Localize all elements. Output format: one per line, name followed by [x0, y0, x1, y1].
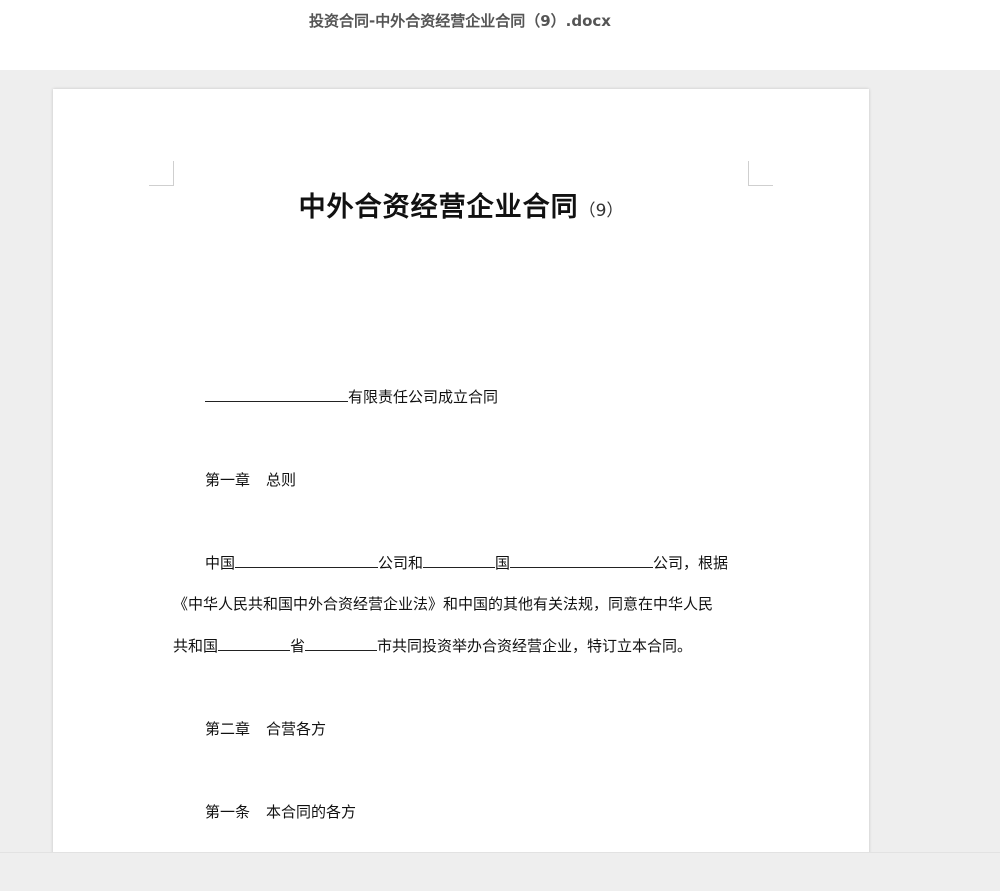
- chapter-1-title: 总则: [266, 471, 297, 489]
- article-1-title: 本合同的各方: [266, 803, 357, 821]
- company-name-line: 有限责任公司成立合同: [205, 387, 498, 407]
- para1-country: 中国: [205, 554, 236, 572]
- para1-company-and: 公司和: [378, 554, 424, 572]
- para1-company-basis: 公司，根据: [653, 554, 729, 572]
- article-1-label: 第一条: [205, 803, 251, 821]
- document-title: 中外合资经营企业合同（9）: [53, 185, 869, 224]
- chapter-2-label: 第二章: [205, 720, 251, 738]
- company-name-line-text: 有限责任公司成立合同: [348, 388, 499, 406]
- document-title-suffix: （9）: [578, 201, 624, 221]
- foreign-country-blank: [423, 553, 496, 568]
- chinese-company-blank: [235, 553, 379, 568]
- foreign-company-blank: [510, 553, 654, 568]
- province-blank: [218, 636, 291, 651]
- article-heading-1: 第一条 本合同的各方: [205, 802, 356, 822]
- document-page: 中外合资经营企业合同（9） 有限责任公司成立合同 第一章 总则 中国 公司和 国 公司，…: [53, 89, 869, 852]
- city-blank: [305, 636, 378, 651]
- title-bar: 投资合同-中外合资经营企业合同（9）.docx: [0, 0, 1000, 70]
- paragraph-1-line-1: 中国 公司和 国 公司，根据: [205, 553, 728, 573]
- margin-corner-top-left: [149, 161, 174, 186]
- para1-line3-province: 省: [290, 637, 306, 655]
- para1-line3-end: 市共同投资举办合资经营企业，特订立本合同。: [377, 637, 693, 655]
- company-name-blank: [205, 387, 348, 402]
- para1-line3-start: 共和国: [173, 637, 219, 655]
- para1-country2: 国: [495, 554, 511, 572]
- paragraph-1-line-3: 共和国 省 市共同投资举办合资经营企业，特订立本合同。: [173, 636, 692, 656]
- document-viewer[interactable]: 中外合资经营企业合同（9） 有限责任公司成立合同 第一章 总则 中国 公司和 国 公司，…: [0, 70, 1000, 852]
- chapter-2-title: 合营各方: [266, 720, 327, 738]
- chapter-1-label: 第一章: [205, 471, 251, 489]
- chapter-heading-1: 第一章 总则: [205, 470, 296, 490]
- margin-corner-top-right: [748, 161, 773, 186]
- document-title-main: 中外合资经营企业合同: [298, 192, 579, 223]
- viewer-bottom-bar: [0, 852, 1000, 891]
- chapter-heading-2: 第二章 合营各方: [205, 719, 326, 739]
- document-file-name: 投资合同-中外合资经营企业合同（9）.docx: [309, 12, 611, 30]
- paragraph-1-line-2: 《中华人民共和国中外合资经营企业法》和中国的其他有关法规，同意在中华人民: [173, 595, 714, 613]
